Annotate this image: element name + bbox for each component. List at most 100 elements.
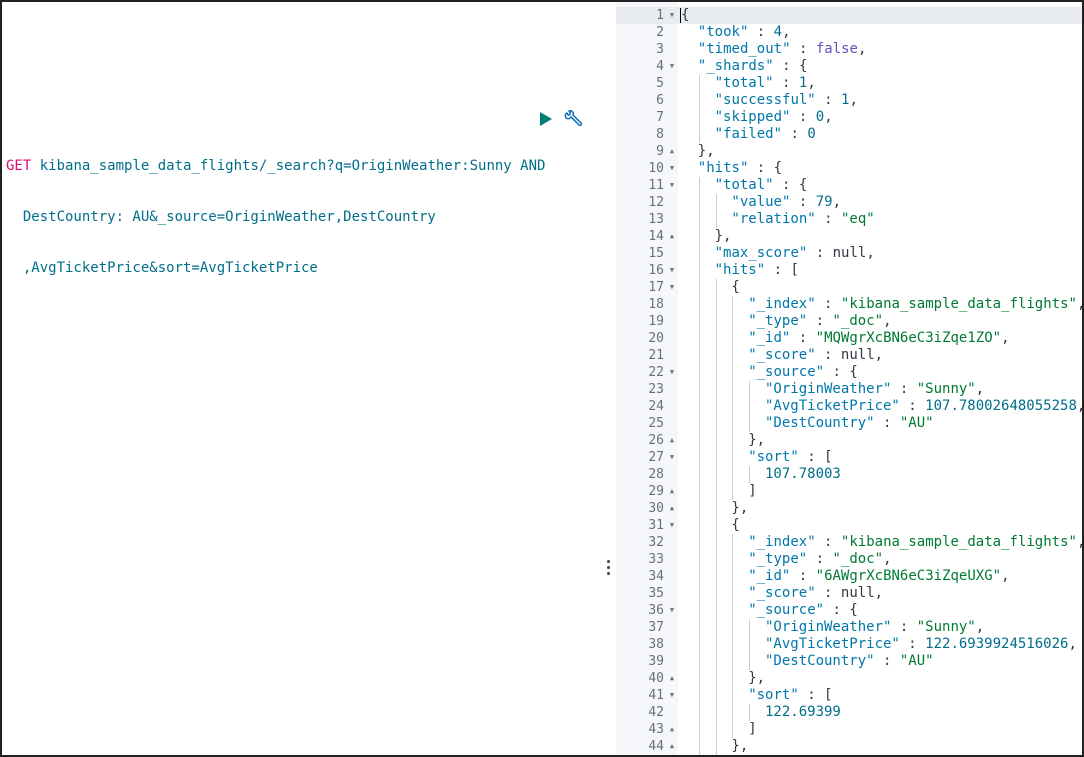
fold-arrow-down-icon[interactable]: ▼ (667, 160, 677, 177)
indent-guide (715, 347, 717, 364)
code-line[interactable]: 37 "OriginWeather" : "Sunny", (616, 619, 1082, 636)
code-text: }, (748, 432, 765, 449)
code-line[interactable]: 31 ▼ { (616, 517, 1082, 534)
code-token: , (807, 75, 816, 91)
indent-guide (698, 92, 700, 109)
code-line[interactable]: 3 "timed_out" : false, (616, 41, 1082, 58)
fold-arrow-up-icon[interactable]: ▲ (667, 721, 677, 738)
code-line[interactable]: 8 "failed" : 0 (616, 126, 1082, 143)
code-line[interactable]: 29 ▲] (616, 483, 1082, 500)
code-line[interactable]: 44 ▲}, (616, 738, 1082, 755)
code-line[interactable]: 22 ▼ "_source" : { (616, 364, 1082, 381)
code-line[interactable]: 30 ▲}, (616, 500, 1082, 517)
fold-arrow-down-icon[interactable]: ▼ (667, 7, 677, 24)
fold-arrow-down-icon[interactable]: ▼ (667, 687, 677, 704)
fold-arrow-down-icon[interactable]: ▼ (667, 517, 677, 534)
code-line[interactable]: 4 ▼ "_shards" : { (616, 58, 1082, 75)
code-line[interactable]: 16 ▼ "hits" : [ (616, 262, 1082, 279)
indent-guide (732, 313, 734, 330)
indent-guide (698, 211, 700, 228)
code-line[interactable]: 18 "_index" : "kibana_sample_data_flights… (616, 296, 1082, 313)
fold-arrow-down-icon[interactable]: ▼ (667, 602, 677, 619)
code-line[interactable]: 17 ▼ { (616, 279, 1082, 296)
code-line[interactable]: 14 ▲}, (616, 228, 1082, 245)
code-line[interactable]: 6 "successful" : 1, (616, 92, 1082, 109)
code-text: }, (715, 228, 732, 245)
code-text: "_score" : null, (748, 585, 883, 602)
code-line[interactable]: 11 ▼ "total" : { (616, 177, 1082, 194)
code-line[interactable]: 25 "DestCountry" : "AU" (616, 415, 1082, 432)
code-line[interactable]: 19 "_type" : "_doc", (616, 313, 1082, 330)
indent-guide (698, 534, 700, 551)
code-line[interactable]: 42 122.69399 (616, 704, 1082, 721)
fold-arrow-down-icon[interactable]: ▼ (667, 449, 677, 466)
code-line[interactable]: 20 "_id" : "MQWgrXcBN6eC3iZqe1ZO", (616, 330, 1082, 347)
code-line[interactable]: 5 "total" : 1, (616, 75, 1082, 92)
play-icon[interactable] (538, 111, 554, 127)
indent-guide (732, 687, 734, 704)
fold-arrow-up-icon[interactable]: ▲ (667, 670, 677, 687)
fold-arrow-down-icon[interactable]: ▼ (667, 262, 677, 279)
fold-arrow-up-icon[interactable]: ▲ (667, 500, 677, 517)
code-line[interactable]: 2 "took" : 4, (616, 24, 1082, 41)
request-text[interactable]: GET kibana_sample_data_flights/_search?q… (6, 124, 545, 311)
fold-arrow-up-icon[interactable]: ▲ (667, 432, 677, 449)
code-line[interactable]: 24 "AvgTicketPrice" : 107.78002648055258, (616, 398, 1082, 415)
response-viewer[interactable]: 1 ▼{2 "took" : 4, 3 "timed_out" : false, 4 ▼ "_… (616, 2, 1082, 755)
code-line[interactable]: 33 "_type" : "_doc", (616, 551, 1082, 568)
fold-arrow-down-icon[interactable]: ▼ (667, 364, 677, 381)
code-token: "max_score" (714, 245, 808, 261)
code-token: }, (731, 500, 749, 516)
code-line[interactable]: 26 ▲}, (616, 432, 1082, 449)
code-line[interactable]: 36 ▼ "_source" : { (616, 602, 1082, 619)
code-line[interactable]: 41 ▼ "sort" : [ (616, 687, 1082, 704)
code-line[interactable]: 13 "relation" : "eq" (616, 211, 1082, 228)
code-text: "_shards" : { (698, 58, 808, 75)
line-number: 43 (648, 722, 664, 737)
code-line[interactable]: 15 "max_score" : null, (616, 245, 1082, 262)
pane-resizer[interactable] (602, 2, 616, 755)
fold-arrow-down-icon[interactable]: ▼ (667, 177, 677, 194)
code-token: : (815, 211, 841, 227)
wrench-icon[interactable] (563, 110, 583, 130)
code-token: "sort" (748, 449, 799, 465)
code-line[interactable]: 39 "DestCountry" : "AU" (616, 653, 1082, 670)
fold-arrow-down-icon[interactable]: ▼ (667, 279, 677, 296)
line-number: 21 (648, 348, 664, 363)
code-token: "AU" (899, 415, 934, 431)
request-line[interactable]: ,AvgTicketPrice&sort=AvgTicketPrice (6, 260, 545, 277)
code-token: : (790, 194, 816, 210)
code-line[interactable]: 32 "_index" : "kibana_sample_data_flights… (616, 534, 1082, 551)
fold-arrow-down-icon[interactable]: ▼ (667, 58, 677, 75)
indent-guide (715, 466, 717, 483)
indent-guide (715, 534, 717, 551)
code-line[interactable]: 28 107.78003 (616, 466, 1082, 483)
code-token: "_doc" (832, 313, 884, 329)
fold-arrow-up-icon[interactable]: ▲ (667, 143, 677, 160)
request-line[interactable]: GET kibana_sample_data_flights/_search?q… (6, 158, 545, 175)
code-line[interactable]: 27 ▼ "sort" : [ (616, 449, 1082, 466)
code-line[interactable]: 21 "_score" : null, (616, 347, 1082, 364)
code-text: "failed" : 0 (715, 126, 816, 143)
request-editor[interactable]: GET kibana_sample_data_flights/_search?q… (2, 2, 602, 755)
indent-guide (698, 194, 700, 211)
code-line[interactable]: 1 ▼{ (616, 7, 1082, 24)
code-line[interactable]: 35 "_score" : null, (616, 585, 1082, 602)
fold-arrow-up-icon[interactable]: ▲ (667, 738, 677, 755)
request-line[interactable]: DestCountry: AU&_source=OriginWeather,De… (6, 209, 545, 226)
indent-guide (698, 653, 700, 670)
code-line[interactable]: 40 ▲}, (616, 670, 1082, 687)
code-text: "_source" : { (748, 602, 858, 619)
code-line[interactable]: 7 "skipped" : 0, (616, 109, 1082, 126)
code-line[interactable]: 43 ▲] (616, 721, 1082, 738)
code-line[interactable]: 38 "AvgTicketPrice" : 122.6939924516026, (616, 636, 1082, 653)
code-line[interactable]: 34 "_id" : "6AWgrXcBN6eC3iZqeUXG", (616, 568, 1082, 585)
code-token: : (899, 636, 926, 652)
code-line[interactable]: 23 "OriginWeather" : "Sunny", (616, 381, 1082, 398)
fold-arrow-up-icon[interactable]: ▲ (667, 228, 677, 245)
code-line[interactable]: 12 "value" : 79, (616, 194, 1082, 211)
fold-arrow-up-icon[interactable]: ▲ (667, 483, 677, 500)
code-line[interactable]: 9 ▲}, (616, 143, 1082, 160)
code-token: ] (748, 483, 757, 499)
code-line[interactable]: 10 ▼ "hits" : { (616, 160, 1082, 177)
